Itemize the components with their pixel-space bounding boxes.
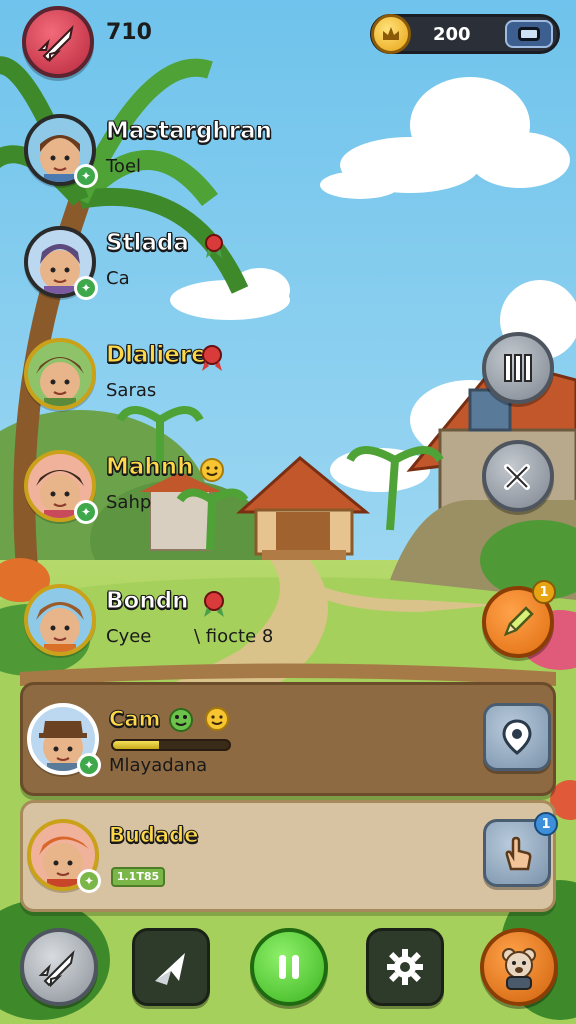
player-name: Bondn [106,588,190,615]
status-badge: ✦ [77,753,101,777]
player-row: ✦ Cam Mlayadana [27,703,427,783]
status-badge: ✦ [77,869,101,893]
coin-value: 200 [433,24,471,45]
player-name: Budade [108,823,199,848]
player-subtitle: Cyee [106,626,152,647]
pencil-icon [503,606,534,637]
status-badge: ✦ [74,276,98,300]
player-subtitle: Ca [106,268,130,289]
rocket-icon [37,24,74,63]
notification-badge: 1 [534,812,558,836]
edit-button[interactable]: 1 [482,580,556,658]
status-badge: ✦ [74,164,98,188]
avatar [24,338,96,410]
top-avatar-button[interactable] [22,6,94,78]
coin-bar: 200 [370,14,560,54]
gear-icon [387,949,423,985]
profile-button[interactable] [480,928,558,1006]
bars-icon [504,354,532,382]
rocket-nav-button[interactable] [20,928,98,1006]
pointing-hand-icon [505,836,532,871]
send-nav-button[interactable] [132,928,210,1006]
status-badge: ✦ [74,500,98,524]
ribbon-icon [200,590,228,618]
hand-button[interactable]: 1 [483,812,558,887]
pause-button[interactable] [250,928,328,1006]
pause-icon [279,955,299,979]
player-row[interactable]: ✦ Mastarghran Toel [24,114,424,194]
player-name: Cam [108,707,161,732]
inventory-button[interactable] [482,332,554,404]
frog-icon [167,705,195,733]
tools-icon [504,464,530,490]
player-row: ✦ Budade 1.1T85 [27,819,427,899]
settings-button[interactable] [366,928,444,1006]
player-subtitle: Sahp [106,492,152,513]
player-name: Mahnh [106,454,195,481]
player-row[interactable]: Dlaliere Saras [24,338,424,418]
player-card[interactable]: ✦ Budade 1.1T85 1 [20,800,558,912]
bear-avatar-icon [502,948,536,990]
wallet-button[interactable] [505,20,553,48]
tools-button[interactable] [482,440,554,512]
level-tag: 1.1T85 [111,867,165,887]
player-subtitle-extra: \ fiocte 8 [194,626,274,647]
player-subtitle: Toel [106,156,142,177]
player-row[interactable]: ✦ Mahnh Sahp [24,450,424,530]
crown-coin-icon [371,14,411,54]
smile-icon [203,705,231,733]
ribbon-icon [200,232,228,260]
score-counter: 710 [106,20,152,45]
ribbon-icon [198,344,226,372]
player-name: Mastarghran [105,118,273,145]
avatar [24,584,96,656]
location-button[interactable] [483,703,551,771]
wallet-icon [518,27,540,41]
player-subtitle: Saras [106,380,157,401]
player-subtitle: Mlayadana [109,755,208,776]
current-player-card[interactable]: ✦ Cam Mlayadana [20,682,556,796]
xp-progress-bar [111,739,231,751]
notification-badge: 1 [532,580,556,604]
smile-icon [198,456,226,484]
player-row[interactable]: Bondn Cyee \ fiocte 8 [24,584,424,664]
player-name: Dlaliere [106,342,208,369]
player-row[interactable]: ✦ Stlada Ca [24,226,424,306]
rocket-icon [38,949,75,988]
paper-plane-icon [155,953,185,985]
player-name: Stlada [106,230,190,257]
location-pin-icon [502,719,532,755]
